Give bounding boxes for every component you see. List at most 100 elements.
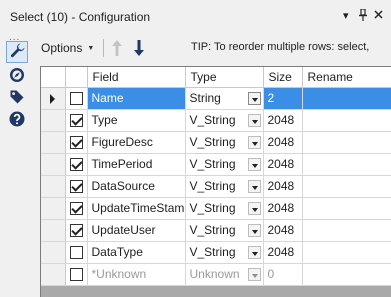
table-row[interactable]: FigureDesc V_String 2048 — [41, 131, 391, 154]
type-value: Unknown — [189, 266, 240, 281]
table-row[interactable]: Name String 2 — [41, 87, 391, 110]
type-value: V_String — [189, 222, 236, 237]
type-value: V_String — [189, 178, 236, 193]
table-row[interactable]: UpdateUser V_String 2048 — [41, 219, 391, 242]
size-cell[interactable]: 2048 — [263, 109, 303, 132]
select-cell[interactable] — [65, 87, 88, 110]
select-cell[interactable] — [65, 131, 88, 154]
size-cell[interactable]: 2048 — [263, 241, 303, 264]
row-indicator — [41, 263, 66, 286]
dropdown-arrow-icon[interactable] — [247, 245, 261, 259]
type-cell[interactable]: Unknown — [185, 263, 264, 286]
size-cell[interactable]: 2048 — [263, 197, 303, 220]
select-checkbox[interactable] — [69, 202, 83, 216]
options-button[interactable]: Options ▼ — [41, 39, 94, 57]
header-field[interactable]: Field — [87, 67, 186, 88]
type-value: String — [189, 90, 221, 105]
dropdown-arrow-icon[interactable] — [247, 135, 261, 149]
select-cell[interactable] — [65, 153, 88, 176]
dropdown-arrow-icon[interactable] — [247, 113, 261, 127]
field-cell[interactable]: TimePeriod — [87, 153, 186, 176]
field-grid: Field Type Size Rename Name String 2 Type V_… — [40, 66, 391, 297]
pin-icon[interactable] — [358, 8, 368, 26]
size-cell[interactable]: 2 — [263, 87, 303, 110]
select-cell[interactable] — [65, 175, 88, 198]
header-rename[interactable]: Rename — [302, 67, 391, 88]
arrow-down-icon[interactable] — [132, 38, 146, 58]
rename-cell[interactable] — [302, 197, 391, 220]
tag-icon — [9, 89, 25, 108]
field-cell[interactable]: Type — [87, 109, 186, 132]
header-size[interactable]: Size — [263, 67, 303, 88]
size-cell[interactable]: 2048 — [263, 153, 303, 176]
dropdown-icon[interactable]: ▾ — [343, 9, 349, 23]
select-checkbox[interactable] — [69, 114, 83, 128]
dropdown-arrow-icon[interactable] — [247, 201, 261, 215]
question-icon — [9, 111, 25, 130]
table-row[interactable]: DataType V_String 2048 — [41, 241, 391, 264]
rename-cell[interactable] — [302, 219, 391, 242]
table-row[interactable]: *Unknown Unknown 0 — [41, 263, 391, 286]
dropdown-arrow-icon[interactable] — [247, 267, 261, 281]
table-row[interactable]: TimePeriod V_String 2048 — [41, 153, 391, 176]
rename-cell[interactable] — [302, 109, 391, 132]
size-cell[interactable]: 2048 — [263, 175, 303, 198]
type-value: V_String — [189, 112, 236, 127]
field-cell[interactable]: DataType — [87, 241, 186, 264]
close-icon[interactable] — [374, 9, 383, 23]
dropdown-arrow-icon[interactable] — [247, 157, 261, 171]
type-cell[interactable]: V_String — [185, 153, 264, 176]
type-cell[interactable]: V_String — [185, 109, 264, 132]
rename-cell[interactable] — [302, 153, 391, 176]
toolbar: Options ▼ TIP: To reorder multiple rows:… — [35, 36, 391, 60]
select-cell[interactable] — [65, 219, 88, 242]
row-pointer-icon — [50, 93, 56, 104]
select-cell[interactable] — [65, 241, 88, 264]
help-tab[interactable] — [6, 109, 28, 131]
dropdown-arrow-icon[interactable] — [247, 179, 261, 193]
size-cell[interactable]: 2048 — [263, 219, 303, 242]
field-cell[interactable]: Name — [87, 87, 186, 110]
select-checkbox[interactable] — [69, 268, 83, 282]
type-cell[interactable]: V_String — [185, 175, 264, 198]
field-cell[interactable]: DataSource — [87, 175, 186, 198]
table-row[interactable]: Type V_String 2048 — [41, 109, 391, 132]
annotation-tab[interactable] — [6, 65, 28, 87]
row-indicator — [41, 197, 66, 220]
select-checkbox[interactable] — [69, 180, 83, 194]
rename-cell[interactable] — [302, 263, 391, 286]
select-cell[interactable] — [65, 109, 88, 132]
tag-tab[interactable] — [6, 87, 28, 109]
field-cell[interactable]: FigureDesc — [87, 131, 186, 154]
field-cell[interactable]: *Unknown — [87, 263, 186, 286]
select-checkbox[interactable] — [69, 136, 83, 150]
type-cell[interactable]: V_String — [185, 219, 264, 242]
table-row[interactable]: UpdateTimeStamp V_String 2048 — [41, 197, 391, 220]
select-checkbox[interactable] — [69, 224, 83, 238]
rename-cell[interactable] — [302, 131, 391, 154]
select-cell[interactable] — [65, 263, 88, 286]
type-cell[interactable]: String — [185, 87, 264, 110]
table-row[interactable]: DataSource V_String 2048 — [41, 175, 391, 198]
dropdown-arrow-icon[interactable] — [247, 223, 261, 237]
size-cell[interactable]: 2048 — [263, 131, 303, 154]
select-cell[interactable] — [65, 197, 88, 220]
select-checkbox[interactable] — [69, 246, 83, 260]
field-cell[interactable]: UpdateTimeStamp — [87, 197, 186, 220]
header-select — [65, 67, 88, 88]
rename-cell[interactable] — [302, 241, 391, 264]
configuration-tab[interactable] — [6, 41, 28, 63]
rename-cell[interactable] — [302, 87, 391, 110]
field-cell[interactable]: UpdateUser — [87, 219, 186, 242]
type-cell[interactable]: V_String — [185, 131, 264, 154]
arrow-up-icon[interactable] — [110, 38, 124, 58]
dropdown-arrow-icon[interactable] — [247, 91, 261, 105]
rename-cell[interactable] — [302, 175, 391, 198]
select-checkbox[interactable] — [69, 92, 83, 106]
header-type[interactable]: Type — [185, 67, 264, 88]
type-cell[interactable]: V_String — [185, 241, 264, 264]
select-checkbox[interactable] — [69, 158, 83, 172]
type-cell[interactable]: V_String — [185, 197, 264, 220]
size-cell[interactable]: 0 — [263, 263, 303, 286]
type-value: V_String — [189, 244, 236, 259]
